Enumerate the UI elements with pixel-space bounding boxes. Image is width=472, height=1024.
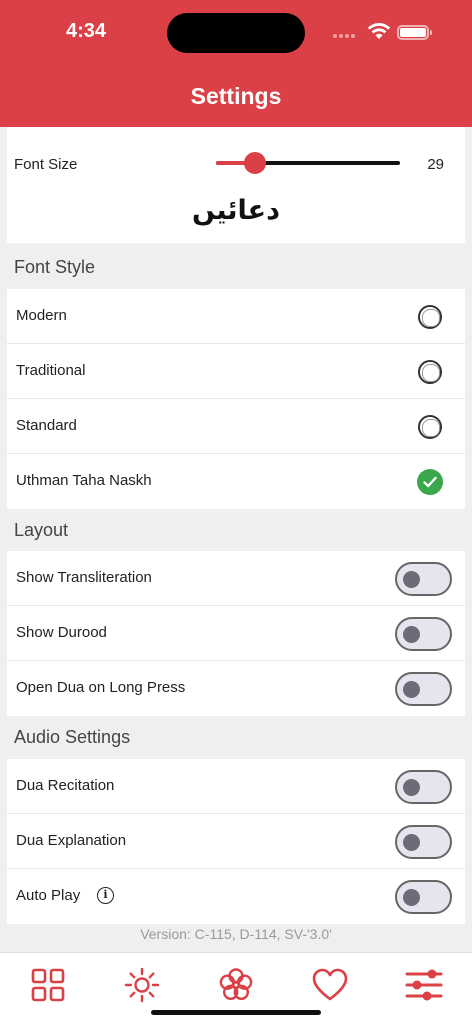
font-option-label: Modern bbox=[16, 307, 67, 324]
toggle-label: Show Durood bbox=[16, 624, 107, 641]
open-dua-long-press-toggle[interactable] bbox=[395, 672, 452, 706]
slider-thumb[interactable] bbox=[244, 152, 266, 174]
font-option-label: Uthman Taha Naskh bbox=[16, 472, 152, 489]
show-transliteration-row: Show Transliteration bbox=[7, 551, 465, 606]
dynamic-island bbox=[167, 13, 305, 53]
info-icon[interactable]: i bbox=[97, 887, 114, 904]
toggle-knob bbox=[403, 889, 420, 906]
toggle-label: Show Transliteration bbox=[16, 569, 152, 586]
flower-icon bbox=[219, 968, 253, 1000]
font-option-label: Traditional bbox=[16, 362, 86, 379]
dua-explanation-row: Dua Explanation bbox=[7, 814, 465, 869]
tab-dua[interactable] bbox=[216, 965, 256, 1005]
wifi-icon bbox=[367, 23, 391, 39]
home-indicator bbox=[151, 1010, 321, 1015]
font-size-slider[interactable] bbox=[216, 152, 400, 174]
show-transliteration-toggle[interactable] bbox=[395, 562, 452, 596]
auto-play-toggle[interactable] bbox=[395, 880, 452, 914]
toggle-label: Dua Explanation bbox=[16, 832, 127, 849]
heart-icon bbox=[312, 968, 348, 1001]
tab-settings[interactable] bbox=[404, 965, 444, 1005]
open-dua-long-press-row: Open Dua on Long Press bbox=[7, 661, 465, 716]
toggle-knob bbox=[403, 779, 420, 796]
dua-recitation-toggle[interactable] bbox=[395, 770, 452, 804]
toggle-knob bbox=[403, 571, 420, 588]
font-option-label: Standard bbox=[16, 417, 77, 434]
font-option-traditional[interactable]: Traditional bbox=[7, 344, 465, 399]
show-durood-toggle[interactable] bbox=[395, 617, 452, 651]
version-text: Version: C-115, D-114, SV-'3.0' bbox=[140, 926, 332, 942]
status-time: 4:34 bbox=[66, 20, 107, 42]
toggle-label: Auto Play bbox=[16, 887, 81, 904]
font-option-modern[interactable]: Modern bbox=[7, 289, 465, 344]
layout-group: Show Transliteration Show Durood Open Du… bbox=[7, 551, 465, 716]
toggle-knob bbox=[403, 834, 420, 851]
tab-daily[interactable] bbox=[122, 965, 162, 1005]
toggle-label: Open Dua on Long Press bbox=[16, 679, 186, 696]
radio-unselected-icon[interactable] bbox=[418, 305, 442, 329]
font-size-label: Font Size bbox=[14, 156, 78, 173]
checkmark-icon[interactable] bbox=[417, 469, 443, 495]
toggle-knob bbox=[403, 681, 420, 698]
font-size-value: 29 bbox=[427, 156, 444, 173]
radio-unselected-icon[interactable] bbox=[418, 415, 442, 439]
battery-icon bbox=[397, 25, 432, 40]
auto-play-row: Auto Play i bbox=[7, 869, 465, 924]
status-icons bbox=[333, 22, 433, 42]
grid-icon bbox=[31, 968, 65, 1002]
toggle-knob bbox=[403, 626, 420, 643]
tab-bar bbox=[0, 952, 472, 1024]
font-size-card: Font Size 29 دعائیں bbox=[7, 127, 465, 243]
audio-settings-heading: Audio Settings bbox=[14, 727, 131, 747]
font-option-standard[interactable]: Standard bbox=[7, 399, 465, 454]
header: 4:34 Settings bbox=[0, 0, 472, 127]
tab-categories[interactable] bbox=[28, 965, 68, 1005]
font-preview-text: دعائیں bbox=[192, 195, 280, 226]
page-title: Settings bbox=[190, 83, 282, 109]
tab-favorites[interactable] bbox=[310, 965, 350, 1005]
radio-unselected-icon[interactable] bbox=[418, 360, 442, 384]
layout-heading: Layout bbox=[14, 520, 69, 540]
sliders-icon bbox=[405, 969, 443, 1001]
font-option-uthman-taha-naskh[interactable]: Uthman Taha Naskh bbox=[7, 454, 465, 509]
font-style-heading: Font Style bbox=[14, 257, 96, 277]
signal-icon bbox=[333, 34, 359, 38]
dua-explanation-toggle[interactable] bbox=[395, 825, 452, 859]
font-style-group: Modern Traditional Standard Uthman Taha … bbox=[7, 289, 465, 509]
toggle-label: Dua Recitation bbox=[16, 777, 115, 794]
dua-recitation-row: Dua Recitation bbox=[7, 759, 465, 814]
show-durood-row: Show Durood bbox=[7, 606, 465, 661]
sun-icon bbox=[124, 967, 160, 1003]
audio-settings-group: Dua Recitation Dua Explanation Auto Play… bbox=[7, 759, 465, 924]
